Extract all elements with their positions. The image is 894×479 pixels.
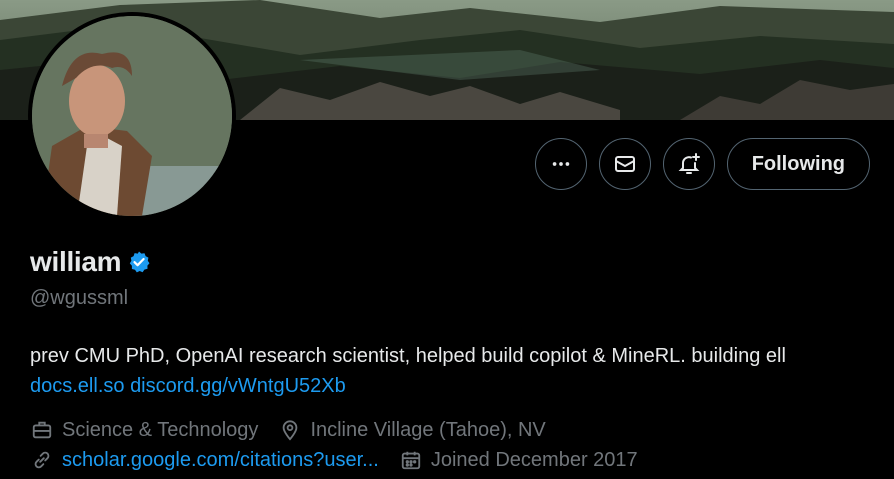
profile-actions: Following: [534, 138, 870, 190]
bio-link-docs[interactable]: docs.ell.so: [30, 375, 125, 397]
meta-category: Science & Technology: [30, 418, 258, 442]
profile-handle: @wgussml: [30, 287, 129, 309]
profile-bio: prev CMU PhD, OpenAI research scientist,…: [30, 341, 880, 401]
meta-joined: Joined December 2017: [399, 448, 638, 472]
briefcase-icon: [30, 418, 54, 442]
following-button[interactable]: Following: [726, 138, 870, 190]
profile-meta-row-2: scholar.google.com/citations?user... Joi…: [30, 448, 658, 472]
meta-location: Incline Village (Tahoe), NV: [278, 418, 546, 442]
avatar-frame[interactable]: [28, 12, 236, 220]
verified-badge-icon[interactable]: [127, 250, 151, 274]
more-horizontal-icon: [549, 152, 573, 176]
meta-website: scholar.google.com/citations?user...: [30, 448, 379, 472]
profile-name: william: [30, 246, 122, 277]
location-pin-icon: [278, 418, 302, 442]
bell-plus-icon: [677, 152, 701, 176]
bio-text: prev CMU PhD, OpenAI research scientist,…: [30, 345, 786, 367]
meta-joined-text: Joined December 2017: [430, 448, 638, 471]
avatar-portrait-image: [32, 16, 232, 216]
profile-name-row: william: [30, 246, 151, 278]
notify-button[interactable]: [662, 138, 715, 190]
calendar-icon: [399, 448, 423, 472]
avatar[interactable]: [32, 16, 232, 216]
message-button[interactable]: [598, 138, 651, 190]
bio-link-discord[interactable]: discord.gg/vWntgU52Xb: [130, 375, 346, 397]
envelope-icon: [613, 152, 637, 176]
more-button[interactable]: [534, 138, 587, 190]
meta-category-text: Science & Technology: [62, 418, 259, 441]
meta-website-link[interactable]: scholar.google.com/citations?user...: [62, 449, 379, 472]
link-icon: [30, 448, 54, 472]
meta-location-text: Incline Village (Tahoe), NV: [310, 418, 546, 441]
profile-meta-row-1: Science & Technology Incline Village (Ta…: [30, 418, 566, 442]
